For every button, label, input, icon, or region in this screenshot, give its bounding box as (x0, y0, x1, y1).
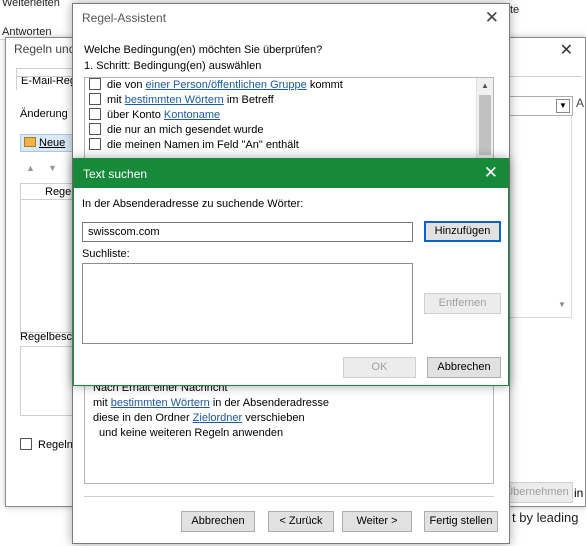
new-rule-button[interactable]: Neue (20, 134, 78, 152)
sender-words-input[interactable] (82, 222, 413, 242)
description-line: mit bestimmten Wörtern in der Absenderad… (93, 397, 330, 409)
move-up-icon[interactable]: ▲ (26, 163, 35, 173)
search-text-titlebar: Text suchen ✕ (74, 159, 508, 188)
sender-words-label: In der Absenderadresse zu suchende Wörte… (82, 198, 304, 210)
condition-checkbox[interactable] (89, 108, 101, 120)
wizard-step-label: 1. Schritt: Bedingung(en) auswählen (84, 60, 262, 72)
scroll-up-icon[interactable]: ▲ (481, 81, 489, 90)
wizard-back-button[interactable]: < Zurück (268, 511, 334, 532)
wizard-title: Regel-Assistent (82, 11, 167, 25)
specific-words-link[interactable]: bestimmten Wörtern (111, 397, 210, 409)
rule-description-box: Nach Erhalt einer Nachricht mit bestimmt… (84, 377, 494, 484)
remove-button[interactable]: Entfernen (424, 293, 501, 314)
apply-button[interactable]: Übernehmen (501, 482, 573, 503)
ribbon-fragment-right: te (510, 4, 520, 16)
forward-ribbon-label[interactable]: Weiterleiten (2, 0, 60, 9)
rules-list[interactable]: Regel (20, 183, 80, 333)
search-list-label: Suchliste: (82, 248, 130, 260)
move-down-icon[interactable]: ▼ (48, 163, 57, 173)
changes-label: Änderung (20, 108, 68, 120)
search-text-close-icon[interactable]: ✕ (484, 163, 498, 183)
scroll-down-icon[interactable]: ▼ (558, 300, 566, 309)
ok-button[interactable]: OK (343, 357, 416, 378)
condition-checkbox[interactable] (89, 93, 101, 105)
search-text-title: Text suchen (83, 167, 148, 181)
enable-rules-checkbox[interactable]: Regeln (20, 438, 73, 451)
wizard-close-icon[interactable]: ✕ (485, 8, 499, 28)
wizard-next-button[interactable]: Weiter > (342, 511, 412, 532)
conditions-list[interactable]: die von einer Person/öffentlichen Gruppe… (84, 77, 494, 167)
wizard-finish-button[interactable]: Fertig stellen (424, 511, 498, 532)
description-line: und keine weiteren Regeln anwenden (99, 427, 284, 439)
wizard-question: Welche Bedingung(en) möchten Sie überprü… (84, 44, 323, 56)
right-fragment-in: in (574, 486, 584, 500)
condition-item[interactable]: die von einer Person/öffentlichen Gruppe… (85, 78, 493, 93)
wizard-cancel-button[interactable]: Abbrechen (181, 511, 255, 532)
search-list[interactable] (82, 263, 413, 344)
add-button[interactable]: Hinzufügen (424, 221, 501, 242)
rule-description-box (20, 346, 80, 416)
new-rule-icon (24, 137, 36, 147)
condition-item[interactable]: mit bestimmten Wörtern im Betreff (85, 93, 493, 108)
scroll-thumb[interactable] (479, 95, 491, 155)
condition-checkbox[interactable] (89, 138, 101, 150)
rules-window-close-icon[interactable]: ✕ (560, 40, 573, 60)
wizard-separator (84, 496, 494, 497)
conditions-scrollbar[interactable]: ▲ (476, 78, 493, 166)
chevron-down-icon: ▼ (556, 99, 570, 113)
background-document-text: t by leading (512, 510, 579, 525)
search-cancel-button[interactable]: Abbrechen (427, 357, 501, 378)
search-text-dialog: Text suchen ✕ In der Absenderadresse zu … (73, 158, 509, 386)
target-folder-link[interactable]: Zielordner (193, 412, 243, 424)
condition-item[interactable]: die nur an mich gesendet wurde (85, 123, 493, 138)
condition-item[interactable]: die meinen Namen im Feld "An" enthält (85, 138, 493, 153)
description-line: diese in den Ordner Zielordner verschieb… (93, 412, 305, 424)
rules-column-header[interactable]: Regel (21, 184, 79, 200)
condition-checkbox[interactable] (89, 123, 101, 135)
condition-checkbox[interactable] (89, 78, 101, 90)
right-fragment-a: A (576, 96, 585, 110)
condition-item[interactable]: über Konto Kontoname (85, 108, 493, 123)
